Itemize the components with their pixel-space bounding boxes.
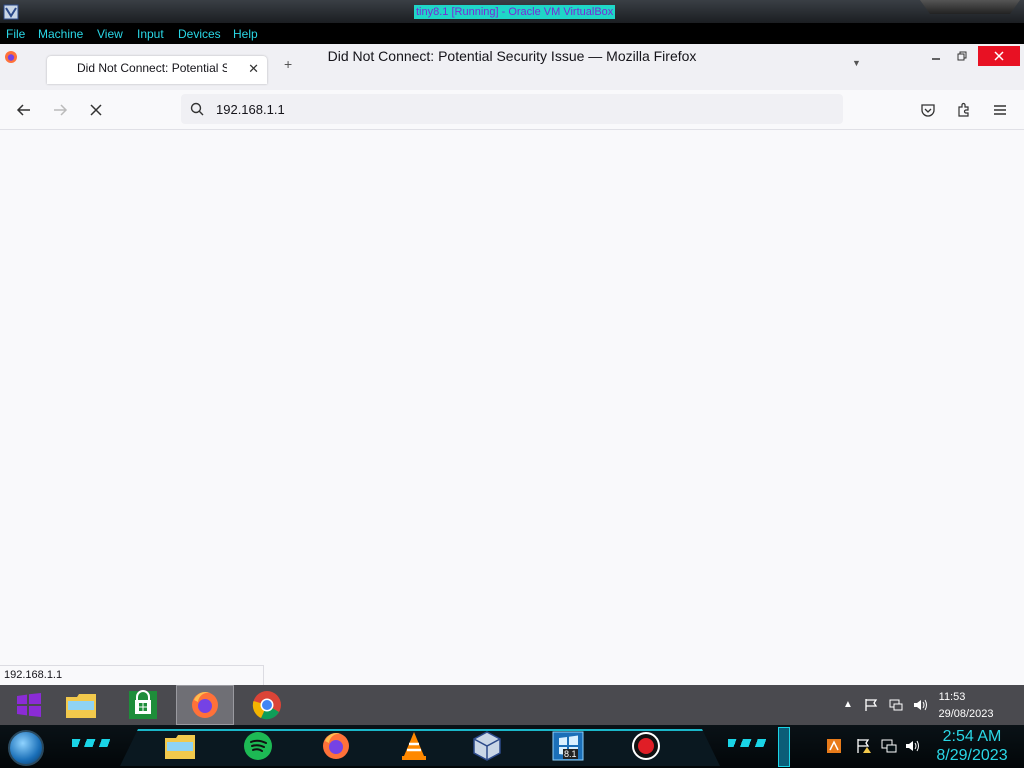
hamburger-menu-icon xyxy=(994,105,1006,115)
stop-loading-button[interactable] xyxy=(86,100,106,120)
url-bar[interactable]: 192.168.1.1 xyxy=(181,94,843,124)
windows-logo-icon xyxy=(17,693,41,717)
vbox-titlebar: tiny8.1 [Running] - Oracle VM VirtualBox xyxy=(0,0,1024,24)
host-app-recorder[interactable] xyxy=(618,729,674,763)
menu-view[interactable]: View xyxy=(97,27,123,41)
virtualbox-icon xyxy=(3,4,19,20)
spotify-icon xyxy=(244,732,272,760)
decorative-dashes xyxy=(72,739,114,747)
network-icon[interactable] xyxy=(889,698,903,712)
status-panel: 192.168.1.1 xyxy=(0,665,264,685)
guest-taskbar: ▲ 11:53 29/08/2023 xyxy=(0,685,1024,725)
vbox-menubar: File Machine View Input Devices Help xyxy=(0,24,1024,44)
action-center-flag-icon[interactable] xyxy=(864,698,878,712)
virtualbox-cube-icon xyxy=(473,731,501,761)
close-icon xyxy=(994,51,1004,61)
firefox-window: Did Not Connect: Potential Security Issu… xyxy=(0,44,1024,685)
tray-app-icon[interactable] xyxy=(826,738,842,754)
vbox-window-title: tiny8.1 [Running] - Oracle VM VirtualBox xyxy=(414,5,616,19)
back-arrow-icon xyxy=(16,104,30,116)
folder-icon xyxy=(165,735,195,759)
vbox-window-controls[interactable] xyxy=(920,0,1020,14)
network-icon[interactable] xyxy=(881,738,897,754)
host-app-virtualbox[interactable] xyxy=(459,729,515,763)
host-app-spotify[interactable] xyxy=(230,729,286,763)
volume-icon[interactable] xyxy=(905,738,921,754)
menu-machine[interactable]: Machine xyxy=(38,27,83,41)
vlc-cone-icon xyxy=(402,732,426,760)
decorative-dashes xyxy=(728,739,770,747)
minimize-icon xyxy=(932,58,940,60)
guest-clock-time[interactable]: 11:53 xyxy=(912,691,992,703)
back-button[interactable] xyxy=(14,100,34,120)
close-window-button[interactable] xyxy=(978,46,1020,66)
pocket-icon xyxy=(921,104,935,117)
show-desktop-button[interactable] xyxy=(778,727,790,767)
app-menu-button[interactable] xyxy=(990,100,1010,120)
guest-app-file-explorer[interactable] xyxy=(52,685,110,725)
page-content xyxy=(0,131,1024,685)
host-app-windows-81-vm[interactable]: 8.1 xyxy=(540,729,596,763)
host-clock-time[interactable]: 2:54 AM xyxy=(930,728,1014,746)
search-icon xyxy=(190,102,204,116)
forward-arrow-icon xyxy=(54,104,68,116)
vm-badge-label: 8.1 xyxy=(563,749,578,759)
extensions-button[interactable] xyxy=(954,100,974,120)
host-taskbar: 8.1 2:54 AM 8/29/2023 xyxy=(0,725,1024,768)
chrome-icon xyxy=(252,691,281,720)
tab-close-icon[interactable]: ✕ xyxy=(248,61,259,77)
restore-icon xyxy=(957,51,967,61)
folder-icon xyxy=(66,694,96,718)
tab-label: Did Not Connect: Potential Security Issu… xyxy=(77,61,227,75)
guest-app-firefox[interactable] xyxy=(176,685,234,725)
firefox-icon xyxy=(192,692,218,718)
guest-app-chrome[interactable] xyxy=(238,685,296,725)
restore-button[interactable] xyxy=(952,46,972,66)
record-icon xyxy=(632,732,660,760)
guest-clock-date[interactable]: 29/08/2023 xyxy=(926,708,1006,720)
host-app-file-explorer[interactable] xyxy=(152,729,208,763)
show-hidden-icons-icon[interactable]: ▲ xyxy=(843,699,853,710)
action-center-flag-icon[interactable] xyxy=(856,738,872,754)
puzzle-icon xyxy=(958,102,969,117)
firefox-titlebar: Did Not Connect: Potential Security Issu… xyxy=(0,44,1024,90)
store-bag-icon xyxy=(129,690,157,719)
guest-start-button[interactable] xyxy=(0,685,58,725)
stop-x-icon xyxy=(90,104,102,116)
list-all-tabs-icon[interactable]: ▼ xyxy=(852,58,861,68)
minimize-button[interactable] xyxy=(926,46,946,66)
forward-button[interactable] xyxy=(50,100,70,120)
firefox-icon xyxy=(323,733,349,759)
guest-app-store[interactable] xyxy=(114,685,172,725)
firefox-navbar: 192.168.1.1 xyxy=(0,90,1024,130)
menu-devices[interactable]: Devices xyxy=(178,27,221,41)
new-tab-icon[interactable]: + xyxy=(284,56,292,72)
url-input-value[interactable]: 192.168.1.1 xyxy=(216,102,285,117)
host-app-firefox[interactable] xyxy=(308,729,364,763)
host-app-vlc[interactable] xyxy=(386,729,442,763)
tab-did-not-connect[interactable]: Did Not Connect: Potential Security Issu… xyxy=(47,56,267,84)
pocket-button[interactable] xyxy=(918,100,938,120)
menu-help[interactable]: Help xyxy=(233,27,258,41)
menu-file[interactable]: File xyxy=(6,27,25,41)
host-clock-date[interactable]: 8/29/2023 xyxy=(930,747,1014,765)
host-start-orb[interactable] xyxy=(8,730,44,766)
menu-input[interactable]: Input xyxy=(137,27,164,41)
